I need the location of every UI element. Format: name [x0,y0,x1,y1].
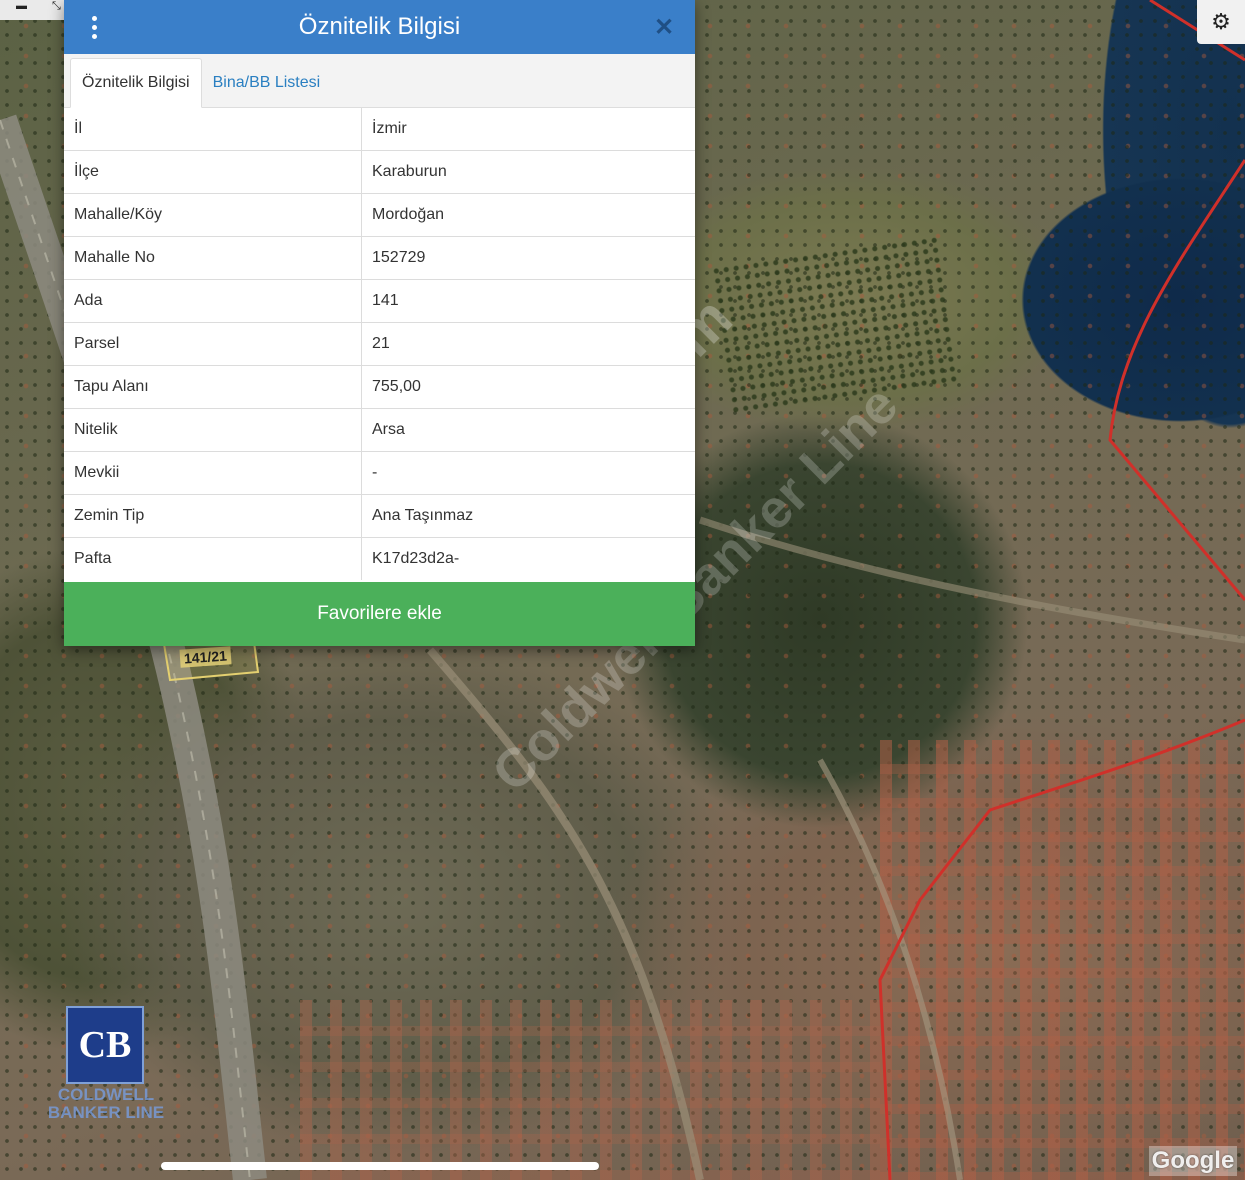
row-key: Parsel [64,322,362,366]
settings-button[interactable]: ⚙ [1197,0,1245,44]
table-row: Tapu Alanı 755,00 [64,365,695,409]
row-value: Karaburun [361,150,695,194]
tool-icon[interactable]: ⤡ [52,0,61,13]
parcel-label[interactable]: 141/21 [179,646,232,668]
row-key: Tapu Alanı [64,365,362,409]
row-key: Mevkii [64,451,362,495]
attribute-table: İl İzmir İlçe Karaburun Mahalle/Köy Mordoğa… [64,108,695,580]
row-key: Pafta [64,537,362,580]
table-row: Mevkii - [64,451,695,495]
local-road-2 [817,758,963,1180]
row-key: İl [64,108,362,151]
table-row: Ada 141 [64,279,695,323]
table-row: İl İzmir [64,108,695,151]
table-row: Pafta K17d23d2a- [64,537,695,580]
row-value: Arsa [361,408,695,452]
close-icon[interactable]: ✕ [649,10,679,44]
row-key: Ada [64,279,362,323]
row-value: Ana Taşınmaz [361,494,695,538]
home-indicator[interactable] [161,1162,599,1170]
row-key: Mahalle No [64,236,362,280]
tab-building-list[interactable]: Bina/BB Listesi [202,59,332,107]
google-attribution: Google [1149,1146,1237,1176]
logo-caption: COLDWELL BANKER LINE [47,1085,165,1122]
coldwell-banker-logo: CB [66,1006,144,1084]
boundary-line-coast [1108,159,1245,601]
row-value: İzmir [372,120,407,137]
dialog-title: Öznitelik Bilgisi [298,13,461,40]
row-value: 152729 [361,236,695,280]
table-row: Zemin Tip Ana Taşınmaz [64,494,695,538]
row-value: - [361,451,695,495]
row-key: Mahalle/Köy [64,193,362,237]
boundary-line-south [878,718,1245,1180]
row-value: K17d23d2a- [361,537,695,580]
row-value: 755,00 [361,365,695,409]
toolbar-strip: ▬ ⤡ [0,0,64,20]
table-row: Mahalle No 152729 [64,236,695,280]
attribute-dialog: Öznitelik Bilgisi ✕ Öznitelik Bilgisi Bi… [64,0,695,646]
vertical-ellipsis-icon[interactable] [82,10,106,44]
row-key: İlçe [64,150,362,194]
table-row: Nitelik Arsa [64,408,695,452]
table-row: Mahalle/Köy Mordoğan [64,193,695,237]
row-value: 21 [361,322,695,366]
logo-text: CB [78,1024,132,1066]
gear-icon: ⚙ [1211,9,1231,34]
tab-attribute-info[interactable]: Öznitelik Bilgisi [70,58,202,108]
table-row: Parsel 21 [64,322,695,366]
dialog-header: Öznitelik Bilgisi ✕ [64,0,695,54]
row-value: 141 [361,279,695,323]
row-value: Mordoğan [361,193,695,237]
row-key: Nitelik [64,408,362,452]
tab-bar: Öznitelik Bilgisi Bina/BB Listesi [64,54,695,108]
table-row: İlçe Karaburun [64,150,695,194]
add-to-favorites-button[interactable]: Favorilere ekle [64,582,695,646]
row-key: Zemin Tip [64,494,362,538]
layers-icon[interactable]: ▬ [16,0,27,12]
